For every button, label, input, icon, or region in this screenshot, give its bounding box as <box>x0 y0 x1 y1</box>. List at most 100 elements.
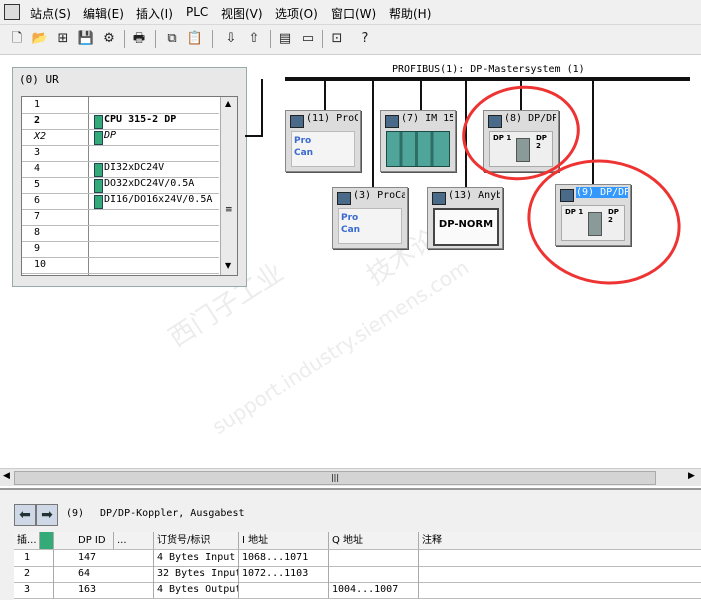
scroll-thumb[interactable]: ||| <box>14 471 656 485</box>
rack-slot: 4 <box>34 163 41 174</box>
toolbar-separator <box>212 30 213 48</box>
menu-view[interactable]: 视图(V) <box>221 5 263 22</box>
rack-row[interactable]: X2 DP <box>22 129 219 146</box>
rack-row[interactable]: 2 CPU 315-2 DP <box>22 113 219 130</box>
cell-comment <box>419 582 701 598</box>
rack-module: DP <box>104 130 117 141</box>
table-row[interactable]: 3 163 4 Bytes Output 1004...1007 <box>14 582 701 599</box>
network-icon[interactable]: ⊞ <box>54 30 72 48</box>
toolbar-separator <box>155 30 156 48</box>
scroll-left-icon[interactable]: ◀ <box>3 471 10 481</box>
node-label: (13) Anyb <box>448 190 500 201</box>
cell-i-address <box>239 582 329 598</box>
rack-row[interactable]: 3 <box>22 145 219 162</box>
detail-pane: ⬅ ➡ (9) DP/DP-Koppler, Ausgabest 插... DP… <box>0 488 701 600</box>
copy-icon[interactable]: ⧉ <box>163 30 181 48</box>
table-row[interactable]: 1 147 4 Bytes Input 1068...1071 <box>14 550 701 567</box>
horizontal-scrollbar[interactable]: ◀ ||| ▶ <box>0 468 701 486</box>
rack-row[interactable]: 10 <box>22 257 219 274</box>
rack-bus-link <box>261 79 263 137</box>
rack-row[interactable]: 4 DI32xDC24V <box>22 161 219 178</box>
module-icon <box>94 163 103 177</box>
config-table[interactable]: 插... DP ID ... 订货号/标识 I 地址 Q 地址 注释 1 147… <box>14 532 701 600</box>
device-node[interactable]: (7) IM 15 <box>380 110 456 172</box>
rack-row[interactable]: 1 <box>22 97 219 114</box>
cell-slot: 3 <box>14 582 54 598</box>
detail-slave-id: (9) <box>66 508 85 519</box>
col-header[interactable]: I 地址 <box>239 532 329 549</box>
rack-row[interactable]: 7 <box>22 209 219 226</box>
module-icon <box>94 195 103 209</box>
back-arrow-icon[interactable]: ⬅ <box>14 504 36 526</box>
col-header[interactable]: 订货号/标识 <box>154 532 239 549</box>
cell-q-address: 1004...1007 <box>329 582 419 598</box>
cell-q-address <box>329 566 419 582</box>
scroll-down-icon[interactable]: ▼ <box>225 261 231 270</box>
col-header[interactable]: DP ID <box>54 532 114 549</box>
app-icon[interactable] <box>4 4 20 20</box>
help-icon[interactable]: ? <box>356 30 374 48</box>
cell-order: 32 Bytes Input <box>154 566 239 582</box>
node-label: (3) ProCa <box>353 190 405 201</box>
scroll-grip-icon[interactable]: ≡ <box>225 205 233 215</box>
rack-row[interactable]: 9 <box>22 241 219 258</box>
rack-scrollbar[interactable]: ▲ ≡ ▼ <box>220 97 237 275</box>
slave-icon <box>385 115 399 128</box>
compile-icon[interactable]: ⚙ <box>100 30 118 48</box>
upload-icon[interactable]: ⇧ <box>245 30 263 48</box>
profibus-line[interactable] <box>285 77 690 81</box>
rack-row[interactable]: 6 DI16/DO16x24V/0.5A <box>22 193 219 210</box>
menu-edit[interactable]: 编辑(E) <box>83 5 124 22</box>
open-icon[interactable]: 📂 <box>31 30 49 48</box>
download-icon[interactable]: ⇩ <box>222 30 240 48</box>
scroll-up-icon[interactable]: ▲ <box>225 99 231 108</box>
rack-slot: X2 <box>34 131 47 142</box>
cell-q-address <box>329 550 419 566</box>
rack-slot: 5 <box>34 179 41 190</box>
menu-plc[interactable]: PLC <box>186 5 208 19</box>
menu-station[interactable]: 站点(S) <box>30 5 71 22</box>
network-view-icon[interactable]: ⊡ <box>328 30 346 48</box>
col-header[interactable]: 插... <box>14 532 40 549</box>
dp-norm-image: DP-NORM <box>433 208 499 246</box>
paste-icon[interactable]: 📋 <box>186 30 204 48</box>
image-text: Pro <box>341 213 359 223</box>
device-node[interactable]: (3) ProCa Pro Can <box>332 187 408 249</box>
rack-window[interactable]: (0) UR 1 2 CPU 315-2 DP X2 DP 3 4 DI32xD… <box>12 67 247 287</box>
toolbar-separator <box>270 30 271 48</box>
print-icon[interactable]: 🖶 <box>130 30 148 48</box>
forward-arrow-icon[interactable]: ➡ <box>36 504 58 526</box>
image-text: Pro <box>294 136 312 146</box>
col-header[interactable]: ... <box>114 532 154 549</box>
rack-row[interactable]: 8 <box>22 225 219 242</box>
cell-comment <box>419 566 701 582</box>
col-header[interactable]: Q 地址 <box>329 532 419 549</box>
catalog-icon[interactable]: ▤ <box>276 30 294 48</box>
window-icon[interactable]: ▭ <box>299 30 317 48</box>
rack-table[interactable]: 1 2 CPU 315-2 DP X2 DP 3 4 DI32xDC24V 5 … <box>21 96 238 276</box>
device-node[interactable]: (13) Anyb DP-NORM <box>427 187 503 249</box>
scroll-right-icon[interactable]: ▶ <box>688 471 695 481</box>
rack-slot: 8 <box>34 227 41 238</box>
rack-row[interactable]: 5 DO32xDC24V/0.5A <box>22 177 219 194</box>
procan-image: Pro Can <box>291 131 355 167</box>
menu-help[interactable]: 帮助(H) <box>389 5 431 22</box>
device-node[interactable]: (11) ProC Pro Can <box>285 110 361 172</box>
cell-i-address: 1068...1071 <box>239 550 329 566</box>
module-icon <box>94 115 103 129</box>
slave-icon <box>290 115 304 128</box>
rack-slot: 6 <box>34 195 41 206</box>
module-icon <box>94 131 103 145</box>
col-header[interactable]: 注释 <box>419 532 701 549</box>
menu-window[interactable]: 窗口(W) <box>331 5 376 22</box>
menu-insert[interactable]: 插入(I) <box>136 5 173 22</box>
station-view: 西门子工业 support.industry.siemens.com 技术论坛 … <box>0 55 701 468</box>
toolbar: 🗋 📂 ⊞ 💾 ⚙ 🖶 ⧉ 📋 ⇩ ⇧ ▤ ▭ ⊡ ? <box>0 25 701 55</box>
save-icon[interactable]: 💾 <box>77 30 95 48</box>
rack-slot: 1 <box>34 99 41 110</box>
rack-module: CPU 315-2 DP <box>104 114 177 125</box>
im153-image <box>386 131 450 167</box>
table-row[interactable]: 2 64 32 Bytes Input 1072...1103 <box>14 566 701 583</box>
menu-options[interactable]: 选项(O) <box>275 5 318 22</box>
new-icon[interactable]: 🗋 <box>8 30 26 48</box>
